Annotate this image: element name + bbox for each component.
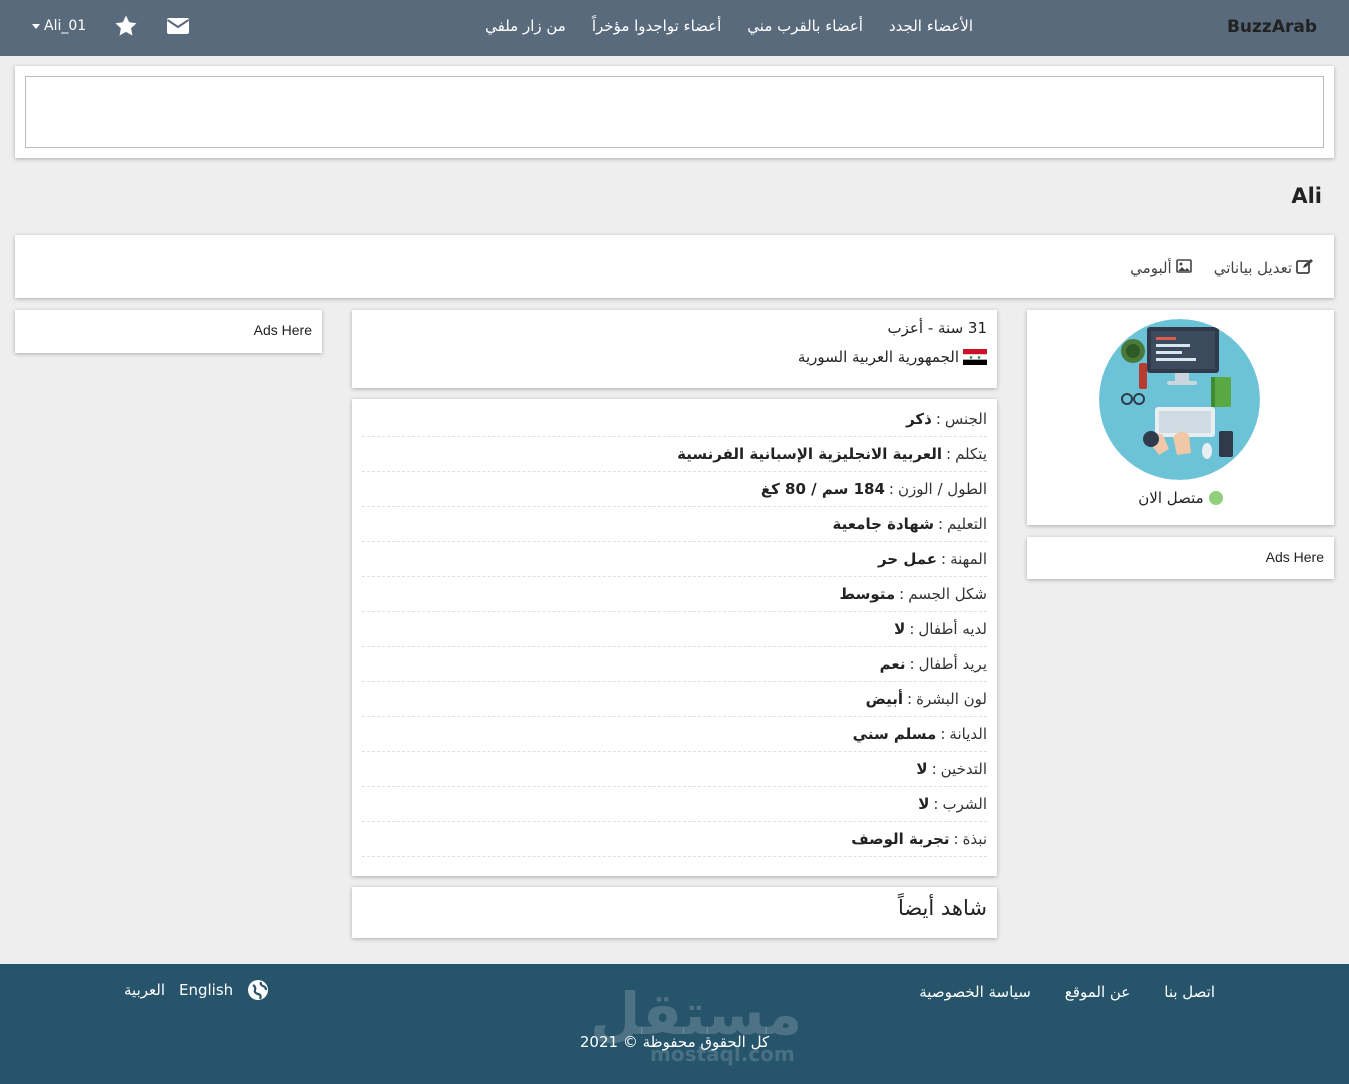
detail-value: نعم bbox=[879, 655, 906, 673]
footer: مستقل mostaql.com اتصل بنا عن الموقع سيا… bbox=[0, 964, 1349, 1084]
detail-value: مسلم سني bbox=[852, 725, 937, 743]
ads-right[interactable]: Ads Here bbox=[1027, 537, 1334, 579]
detail-row-smoking: التدخين: لا bbox=[362, 752, 987, 787]
detail-row-drinking: الشرب: لا bbox=[362, 787, 987, 822]
footer-link-about[interactable]: عن الموقع bbox=[1065, 983, 1130, 1001]
envelope-icon[interactable] bbox=[166, 14, 190, 38]
ads-left-label: Ads Here bbox=[253, 322, 312, 338]
nav-nearby-members[interactable]: أعضاء بالقرب مني bbox=[747, 17, 863, 35]
detail-label: التدخين bbox=[940, 760, 987, 778]
album-label: ألبومي bbox=[1130, 259, 1172, 277]
detail-row-has-children: لديه أطفال: لا bbox=[362, 612, 987, 647]
detail-label: يتكلم bbox=[955, 445, 987, 463]
album-button[interactable]: ألبومي bbox=[1130, 258, 1192, 278]
ads-left[interactable]: Ads Here bbox=[15, 310, 322, 353]
globe-icon bbox=[247, 979, 269, 1001]
detail-value: أبيض bbox=[865, 690, 904, 708]
edit-profile-button[interactable]: تعديل بياناتي bbox=[1214, 258, 1314, 278]
user-tools: Ali_01 bbox=[32, 14, 190, 38]
detail-value: متوسط bbox=[839, 585, 896, 603]
caret-down-icon bbox=[32, 23, 40, 29]
detail-label: الطول / الوزن bbox=[897, 480, 987, 498]
ads-right-label: Ads Here bbox=[1265, 549, 1324, 565]
detail-value: 184 سم / 80 كغ bbox=[760, 480, 885, 498]
profile-photo-card: متصل الان bbox=[1027, 310, 1334, 525]
country-row: الجمهورية العربية السورية bbox=[798, 348, 987, 366]
online-dot-icon bbox=[1208, 491, 1223, 505]
edit-profile-label: تعديل بياناتي bbox=[1213, 259, 1292, 277]
edit-icon bbox=[1296, 258, 1314, 278]
image-icon bbox=[1175, 259, 1192, 277]
detail-row-body: شكل الجسم: متوسط bbox=[362, 577, 987, 612]
detail-value: العربية الانجليزية الإسبانية الفرنسية bbox=[677, 445, 942, 463]
nav-new-members[interactable]: الأعضاء الجدد bbox=[889, 17, 973, 35]
detail-row-education: التعليم: شهادة جامعية bbox=[362, 507, 987, 542]
detail-value: لا bbox=[894, 620, 906, 638]
detail-row-languages: يتكلم: العربية الانجليزية الإسبانية الفرن… bbox=[362, 437, 987, 472]
page-title: Ali bbox=[1291, 184, 1322, 208]
detail-value: لا bbox=[916, 760, 928, 778]
language-switcher: English العربية bbox=[124, 979, 271, 1001]
online-status: متصل الان bbox=[1027, 489, 1334, 507]
detail-value: عمل حر bbox=[877, 550, 938, 568]
footer-link-contact[interactable]: اتصل بنا bbox=[1164, 983, 1215, 1001]
main-nav: الأعضاء الجدد أعضاء بالقرب مني أعضاء توا… bbox=[485, 17, 973, 35]
profile-actions-card: تعديل بياناتي ألبومي bbox=[15, 235, 1334, 298]
detail-label: الجنس bbox=[944, 410, 987, 428]
nav-profile-visitors[interactable]: من زار ملفي bbox=[485, 17, 566, 35]
detail-row-skin: لون البشرة: أبيض bbox=[362, 682, 987, 717]
search-box[interactable] bbox=[25, 76, 1324, 148]
detail-value: تجربة الوصف bbox=[851, 830, 950, 848]
profile-tabs: تعديل بياناتي ألبومي bbox=[1130, 258, 1314, 278]
detail-row-religion: الديانة: مسلم سني bbox=[362, 717, 987, 752]
see-also-card: شاهد أيضاً bbox=[352, 887, 997, 938]
profile-details-card: الجنس: ذكر يتكلم: العربية الانجليزية الإسب… bbox=[352, 399, 997, 876]
user-menu-dropdown[interactable]: Ali_01 bbox=[32, 18, 86, 34]
footer-links: اتصل بنا عن الموقع سياسة الخصوصية bbox=[919, 983, 1215, 1001]
username-label: Ali_01 bbox=[44, 18, 87, 34]
detail-label: الديانة bbox=[949, 725, 987, 743]
star-icon[interactable] bbox=[114, 14, 138, 38]
detail-label: المهنة bbox=[950, 550, 987, 568]
detail-row-wants-children: يريد أطفال: نعم bbox=[362, 647, 987, 682]
detail-label: شكل الجسم bbox=[908, 585, 987, 603]
detail-label: نبذة bbox=[962, 830, 987, 848]
avatar[interactable] bbox=[1099, 319, 1260, 480]
detail-row-bio: نبذة: تجربة الوصف bbox=[362, 822, 987, 857]
detail-row-height-weight: الطول / الوزن:184 سم / 80 كغ bbox=[362, 472, 987, 507]
nav-recent-members[interactable]: أعضاء تواجدوا مؤخراً bbox=[592, 17, 721, 35]
detail-value: شهادة جامعية bbox=[832, 515, 934, 533]
footer-link-privacy[interactable]: سياسة الخصوصية bbox=[919, 983, 1031, 1001]
copyright: كل الحقوق محفوظة © 2021 bbox=[579, 1033, 770, 1051]
see-also-heading: شاهد أيضاً bbox=[897, 896, 987, 920]
lang-english[interactable]: English bbox=[179, 981, 233, 999]
country-name: الجمهورية العربية السورية bbox=[797, 348, 959, 366]
brand-logo[interactable]: BuzzArab bbox=[1227, 17, 1317, 37]
top-navbar: BuzzArab الأعضاء الجدد أعضاء بالقرب مني … bbox=[0, 0, 1349, 56]
detail-value: ذكر bbox=[906, 410, 932, 428]
profile-summary-card: 31 سنة - أعزب الجمهورية العربية السورية bbox=[352, 310, 997, 388]
detail-row-gender: الجنس: ذكر bbox=[362, 402, 987, 437]
detail-label: يريد أطفال bbox=[918, 655, 987, 673]
search-card bbox=[15, 66, 1334, 158]
detail-label: لديه أطفال bbox=[918, 620, 987, 638]
detail-label: التعليم bbox=[947, 515, 987, 533]
detail-row-job: المهنة: عمل حر bbox=[362, 542, 987, 577]
detail-value: لا bbox=[918, 795, 930, 813]
age-status: 31 سنة - أعزب bbox=[887, 319, 987, 337]
online-status-label: متصل الان bbox=[1138, 489, 1204, 507]
syria-flag-icon bbox=[963, 349, 987, 365]
lang-arabic[interactable]: العربية bbox=[124, 981, 165, 999]
detail-label: لون البشرة bbox=[916, 690, 987, 708]
detail-label: الشرب bbox=[942, 795, 987, 813]
